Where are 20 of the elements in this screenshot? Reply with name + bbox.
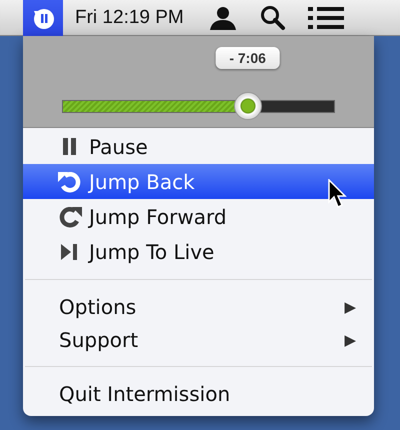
- undo-icon: [57, 170, 83, 194]
- submenu-item[interactable]: Support ▶: [23, 323, 374, 356]
- submenu-item[interactable]: Options ▶: [23, 290, 374, 323]
- time-tooltip: - 7:06: [215, 47, 280, 69]
- menu-item[interactable]: Jump Forward: [23, 199, 374, 234]
- menu-item[interactable]: Pause: [23, 129, 374, 164]
- menu-bar-clock[interactable]: Fri 12:19 PM: [75, 6, 184, 28]
- app-status-icon[interactable]: [23, 0, 63, 36]
- menu-item[interactable]: Jump To Live: [23, 234, 374, 269]
- scrubber-track[interactable]: [62, 100, 335, 113]
- user-icon[interactable]: [208, 4, 238, 30]
- mouse-pointer-icon: [328, 179, 348, 209]
- redo-icon: [57, 204, 83, 228]
- submenu-arrow-icon: ▶: [344, 298, 356, 316]
- list-icon[interactable]: [308, 6, 344, 30]
- submenu-arrow-icon: ▶: [344, 330, 356, 348]
- quit-menu-item[interactable]: Quit Intermission: [23, 377, 374, 410]
- menu-item[interactable]: Jump Back: [23, 164, 374, 199]
- search-icon[interactable]: [260, 4, 286, 30]
- scrubber-thumb[interactable]: [234, 92, 262, 120]
